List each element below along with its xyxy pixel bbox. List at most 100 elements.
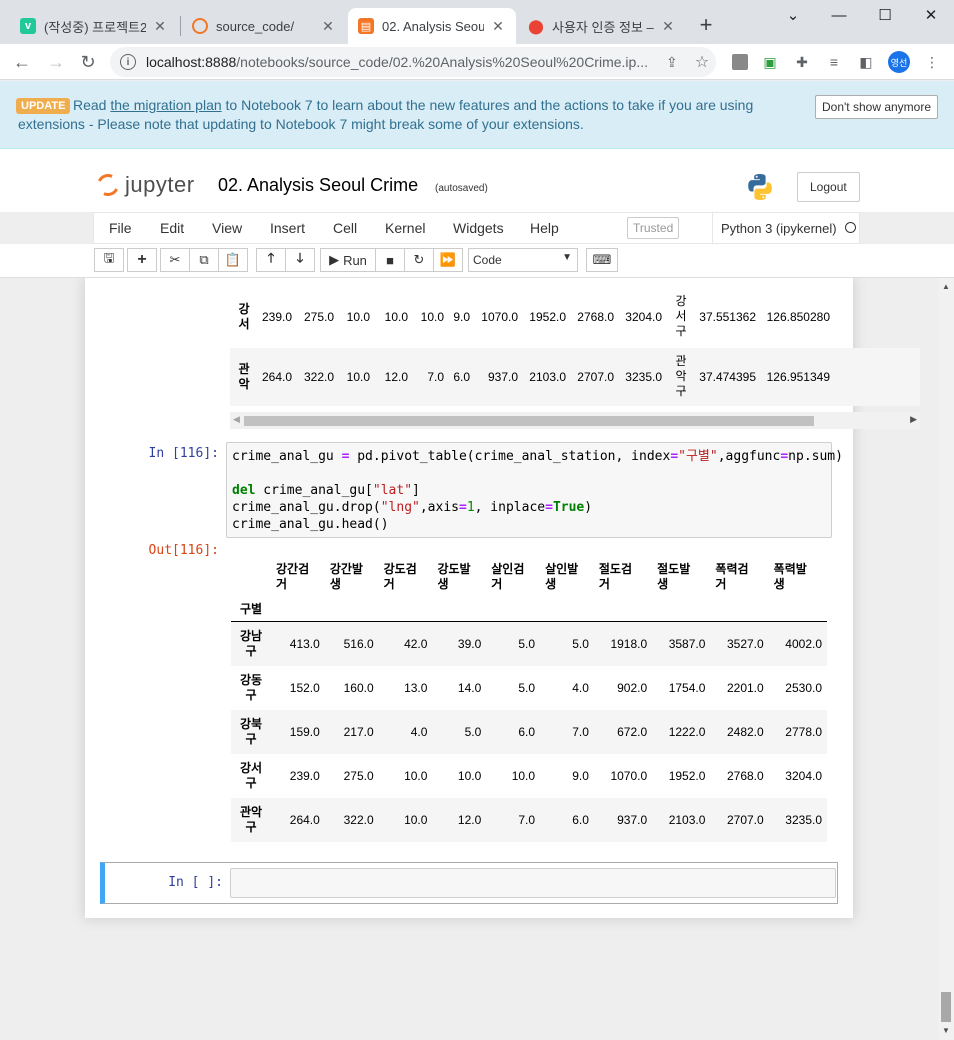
tab-title: 02. Analysis Seoul [382, 18, 484, 34]
autosave-status: (autosaved) [435, 183, 488, 194]
run-button[interactable]: ▶ Run [320, 248, 376, 272]
cell-type-select[interactable]: Code ▼ [468, 248, 578, 272]
previous-output: 강서 239.0 275.0 10.0 10.0 10.0 9.0 1070.0… [230, 278, 920, 430]
url-text: localhost:8888/notebooks/source_code/02.… [146, 54, 648, 70]
extension-green-icon[interactable]: ▣ [760, 52, 780, 72]
extensions-puzzle-icon[interactable]: ✚ [792, 52, 812, 72]
run-icon: ▶ [329, 252, 340, 267]
insert-cell-below-icon[interactable]: + [127, 248, 157, 272]
close-tab-icon[interactable]: ✕ [490, 18, 506, 35]
share-icon[interactable]: ⇪ [666, 54, 688, 71]
row-index: 강북 구 [239, 716, 263, 746]
column-header: 살인검 거 [491, 562, 525, 591]
column-header: 강간검 거 [276, 562, 310, 591]
copy-icon[interactable]: ⧉ [189, 248, 219, 272]
dataframe-output: 강간검 거 강간발 생 강도검 거 강도발 생 살인검 거 살인발 생 절도검 거 절도발 생 … [231, 558, 827, 842]
vertical-scrollbar[interactable]: ▲ ▼ [938, 278, 954, 1040]
jupyter-logo[interactable]: jupyter [93, 170, 195, 200]
column-header: 강간발 생 [329, 562, 363, 591]
bookmark-star-icon[interactable]: ☆ [688, 52, 716, 72]
menu-file[interactable]: File [109, 220, 132, 236]
column-header: 살인발 생 [545, 562, 579, 591]
code-editor[interactable] [230, 868, 836, 898]
menu-kernel[interactable]: Kernel [385, 220, 425, 236]
browser-tab-notebook[interactable]: ▤ 02. Analysis Seoul ✕ [348, 8, 516, 44]
menu-insert[interactable]: Insert [270, 220, 305, 236]
command-palette-icon[interactable]: ⌨ [586, 248, 618, 272]
side-panel-icon[interactable]: ◧ [856, 52, 876, 72]
back-icon[interactable]: ← [8, 48, 36, 76]
table-row: 강북 구 159.0 217.0 4.0 5.0 6.0 7.0 672.0 1222.0 248… [231, 709, 827, 754]
gu-name: 관악구 [675, 354, 687, 398]
interrupt-kernel-icon[interactable]: ■ [375, 248, 405, 272]
input-prompt: In [116]: [148, 446, 219, 461]
cut-icon[interactable]: ✂ [160, 248, 190, 272]
media-control-icon[interactable]: ≡ [824, 52, 844, 72]
chrome-menu-icon[interactable]: ⋮ [922, 52, 942, 72]
close-window-icon[interactable]: ✕ [908, 0, 954, 30]
table-row: 강남 구 413.0 516.0 42.0 39.0 5.0 5.0 1918.0 3587.0… [231, 621, 827, 666]
menu-help[interactable]: Help [530, 220, 559, 236]
notebook-toolbar: 🖫 + ✂ ⧉ 📋 🡑 🡓 ▶ Run ■ ↻ ⏩ Code ▼ ⌨ [0, 244, 954, 278]
minimize-icon[interactable]: — [816, 0, 862, 30]
output-prompt: Out[116]: [148, 543, 219, 558]
browser-tab-velog[interactable]: v (작성중) 프로젝트2 ✕ [10, 8, 178, 44]
notebook-container: 강서 239.0 275.0 10.0 10.0 10.0 9.0 1070.0… [85, 278, 920, 918]
update-banner: Read the migration plan to Notebook 7 to… [0, 81, 954, 149]
profile-avatar[interactable]: 영선 [888, 51, 910, 73]
move-up-icon[interactable]: 🡑 [256, 248, 286, 272]
scrollbar-thumb[interactable] [244, 416, 814, 426]
scroll-up-icon[interactable]: ▲ [942, 282, 950, 291]
selected-code-cell[interactable]: In [ ]: [100, 862, 838, 904]
url-bar[interactable]: i localhost:8888/notebooks/source_code/0… [110, 47, 716, 77]
column-header: 폭력발 생 [773, 562, 807, 591]
python-logo-icon [748, 174, 772, 200]
move-down-icon[interactable]: 🡓 [285, 248, 315, 272]
paste-icon[interactable]: 📋 [218, 248, 248, 272]
row-index: 강서 [238, 302, 250, 331]
close-tab-icon[interactable]: ✕ [152, 18, 168, 35]
scroll-left-icon[interactable]: ◀ [233, 414, 240, 425]
menu-edit[interactable]: Edit [160, 220, 184, 236]
logout-button[interactable]: Logout [797, 172, 860, 202]
close-tab-icon[interactable]: ✕ [320, 18, 336, 35]
maximize-icon[interactable]: ☐ [862, 0, 908, 30]
save-icon[interactable]: 🖫 [94, 248, 124, 272]
reload-icon[interactable]: ↻ [74, 48, 102, 76]
menu-view[interactable]: View [212, 220, 242, 236]
scrollbar-thumb[interactable] [941, 992, 951, 1022]
horizontal-scrollbar[interactable]: ◀ ▶ [230, 412, 920, 429]
dont-show-anymore-button[interactable]: Don't show anymore [815, 95, 939, 119]
table-row: 관악 264.0 322.0 10.0 12.0 7.0 6.0 937.0 2… [230, 348, 920, 406]
dataframe-table: 강간검 거 강간발 생 강도검 거 강도발 생 살인검 거 살인발 생 절도검 거 절도발 생 … [231, 558, 827, 842]
browser-tab-auth[interactable]: ⬤ 사용자 인증 정보 – ✕ [518, 8, 686, 44]
menu-widgets[interactable]: Widgets [453, 220, 504, 236]
index-name: 구별 [231, 598, 271, 622]
tab-search-icon[interactable]: ⌄ [770, 0, 816, 30]
restart-kernel-icon[interactable]: ↻ [404, 248, 434, 272]
forward-icon[interactable]: → [42, 48, 70, 76]
notebook-title[interactable]: 02. Analysis Seoul Crime [218, 175, 418, 196]
banner-message: Read the migration plan to Notebook 7 to… [18, 97, 754, 132]
column-header: 절도검 거 [598, 562, 632, 591]
site-info-icon[interactable]: i [120, 54, 136, 70]
new-tab-button[interactable]: + [690, 10, 722, 40]
browser-tab-source-code[interactable]: source_code/ ✕ [182, 8, 346, 44]
trusted-indicator[interactable]: Trusted [627, 217, 680, 239]
column-header: 절도발 생 [657, 562, 691, 591]
tab-title: (작성중) 프로젝트2 [44, 19, 146, 35]
restart-run-all-icon[interactable]: ⏩ [433, 248, 463, 272]
migration-plan-link[interactable]: the migration plan [110, 97, 221, 113]
row-index: 강남 구 [239, 628, 263, 658]
scroll-down-icon[interactable]: ▼ [942, 1026, 950, 1035]
gu-name: 강서구 [675, 294, 687, 338]
tab-title: source_code/ [216, 18, 295, 34]
scroll-right-icon[interactable]: ▶ [910, 414, 917, 425]
close-tab-icon[interactable]: ✕ [660, 18, 676, 35]
code-editor[interactable]: crime_anal_gu = pd.pivot_table(crime_ana… [226, 442, 843, 538]
tab-divider [180, 16, 181, 36]
row-index: 강동 구 [239, 672, 263, 702]
menu-cell[interactable]: Cell [333, 220, 357, 236]
notebook-site[interactable]: 강서 239.0 275.0 10.0 10.0 10.0 9.0 1070.0… [0, 278, 938, 1040]
extension-avatar-icon[interactable] [730, 52, 750, 72]
